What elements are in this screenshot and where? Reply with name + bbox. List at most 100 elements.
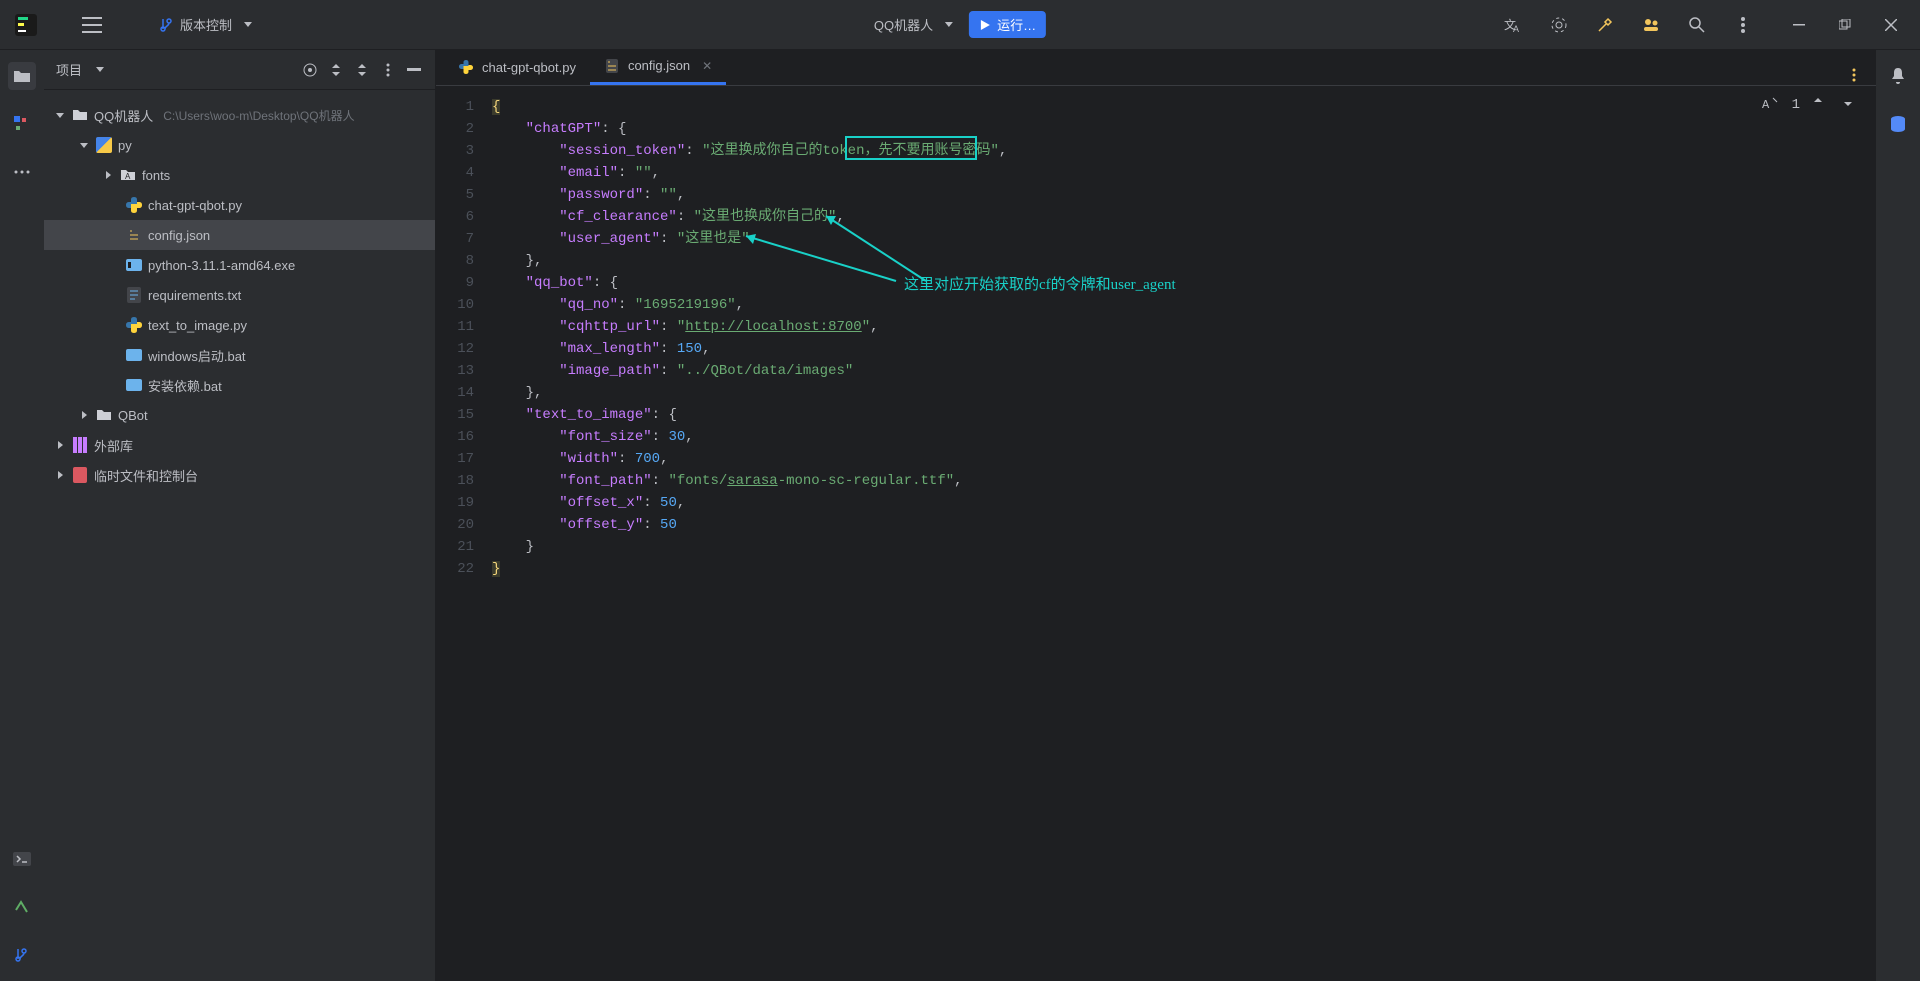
hamburger-menu[interactable] [82,17,102,33]
folder-icon: A [120,167,136,183]
project-tool-button[interactable] [8,62,36,90]
tree-scratches[interactable]: 临时文件和控制台 [44,460,435,490]
tabs-menu-icon[interactable] [1844,65,1864,85]
tree-label: python-3.11.1-amd64.exe [148,258,295,273]
code-content[interactable]: { "chatGPT": { "session_token": "这里换成你自己… [484,86,1876,981]
tree-file[interactable]: windows启动.bat [44,340,435,370]
editor[interactable]: A 1 12345678910111213141516171819202122 … [436,86,1876,981]
close-tab-icon[interactable]: ✕ [702,59,712,73]
titlebar-toolbar: 文A [1504,16,1910,34]
line-gutter: 12345678910111213141516171819202122 [436,86,484,981]
tree-file[interactable]: chat-gpt-qbot.py [44,190,435,220]
run-button[interactable]: 运行… [969,11,1046,38]
tab-label: chat-gpt-qbot.py [482,60,576,75]
maximize-button[interactable] [1836,16,1854,34]
run-config-label: QQ机器人 [874,15,933,34]
play-icon [979,19,991,31]
python-file-icon [458,59,474,75]
expand-arrow-icon[interactable] [78,143,90,148]
library-icon [72,437,88,453]
more-tools-button[interactable] [8,158,36,186]
more-icon[interactable] [1734,16,1752,34]
tree-label: 外部库 [94,436,133,455]
tree-folder-fonts[interactable]: A fonts [44,160,435,190]
expand-arrow-icon[interactable] [54,471,66,479]
tree-path: C:\Users\woo-m\Desktop\QQ机器人 [163,107,354,124]
python-file-icon [126,317,142,333]
translate-icon[interactable]: 文A [1504,16,1522,34]
exe-file-icon [126,257,142,273]
tree-label: QQ机器人 [94,106,153,125]
project-panel-header: 项目 [44,50,435,90]
run-config-dropdown[interactable]: QQ机器人 [874,15,953,34]
tree-label: fonts [142,168,170,183]
pycharm-icon [14,13,38,37]
svg-text:A: A [1513,24,1519,34]
search-icon[interactable] [1688,16,1706,34]
tab-chat-gpt-qbot[interactable]: chat-gpt-qbot.py [444,49,590,85]
editor-tabs: chat-gpt-qbot.py config.json ✕ [436,50,1876,86]
bat-file-icon [126,377,142,393]
python-folder-icon [96,137,112,153]
run-button-label: 运行… [997,15,1036,34]
tree-label: chat-gpt-qbot.py [148,198,242,213]
people-icon[interactable] [1642,16,1660,34]
tab-config-json[interactable]: config.json ✕ [590,49,726,85]
json-file-icon [604,58,620,74]
tree-file[interactable]: text_to_image.py [44,310,435,340]
tree-label: windows启动.bat [148,346,246,365]
expand-arrow-icon[interactable] [102,171,114,179]
project-tree[interactable]: QQ机器人 C:\Users\woo-m\Desktop\QQ机器人 py A … [44,90,435,981]
collapse-all-icon[interactable] [353,61,371,79]
expand-arrow-icon[interactable] [54,113,66,118]
tree-file[interactable]: python-3.11.1-amd64.exe [44,250,435,280]
tab-label: config.json [628,58,690,73]
tree-file-selected[interactable]: config.json [44,220,435,250]
left-tool-stripe [0,50,44,981]
project-panel: 项目 QQ机器人 C:\Users\woo-m\Desktop\QQ机器人 py [44,50,436,981]
tree-file[interactable]: 安装依赖.bat [44,370,435,400]
tree-external-libs[interactable]: 外部库 [44,430,435,460]
editor-area: chat-gpt-qbot.py config.json ✕ A 1 12345… [436,50,1876,981]
tree-label: text_to_image.py [148,318,247,333]
branch-icon [160,17,174,33]
tree-folder-py[interactable]: py [44,130,435,160]
code-with-me-icon[interactable] [1550,16,1568,34]
right-tool-stripe [1876,50,1920,981]
python-file-icon [126,197,142,213]
titlebar: 版本控制 QQ机器人 运行… 文A [0,0,1920,50]
structure-tool-button[interactable] [8,110,36,138]
json-file-icon [126,227,142,243]
text-file-icon [126,287,142,303]
tree-label: config.json [148,228,210,243]
notifications-tool-button[interactable] [1884,62,1912,90]
chevron-down-icon[interactable] [96,67,104,72]
vcs-dropdown[interactable]: 版本控制 [160,15,252,34]
tools-icon[interactable] [1596,16,1614,34]
expand-arrow-icon[interactable] [54,441,66,449]
tree-label: 临时文件和控制台 [94,466,198,485]
run-center: QQ机器人 运行… [874,11,1046,38]
tree-file[interactable]: requirements.txt [44,280,435,310]
tree-folder-qbot[interactable]: QBot [44,400,435,430]
chevron-down-icon [244,22,252,27]
git-tool-button[interactable] [8,941,36,969]
problems-tool-button[interactable] [8,893,36,921]
minimize-button[interactable] [1790,16,1808,34]
expand-all-icon[interactable] [327,61,345,79]
database-tool-button[interactable] [1884,110,1912,138]
tree-label: 安装依赖.bat [148,376,222,395]
window-controls [1790,16,1900,34]
tree-root[interactable]: QQ机器人 C:\Users\woo-m\Desktop\QQ机器人 [44,100,435,130]
select-opened-file-icon[interactable] [301,61,319,79]
tree-label: QBot [118,408,148,423]
close-button[interactable] [1882,16,1900,34]
chevron-down-icon [945,22,953,27]
project-panel-title: 项目 [56,60,82,79]
terminal-tool-button[interactable] [8,845,36,873]
hide-panel-icon[interactable] [405,61,423,79]
scratch-icon [72,467,88,483]
folder-icon [96,407,112,423]
expand-arrow-icon[interactable] [78,411,90,419]
panel-options-icon[interactable] [379,61,397,79]
